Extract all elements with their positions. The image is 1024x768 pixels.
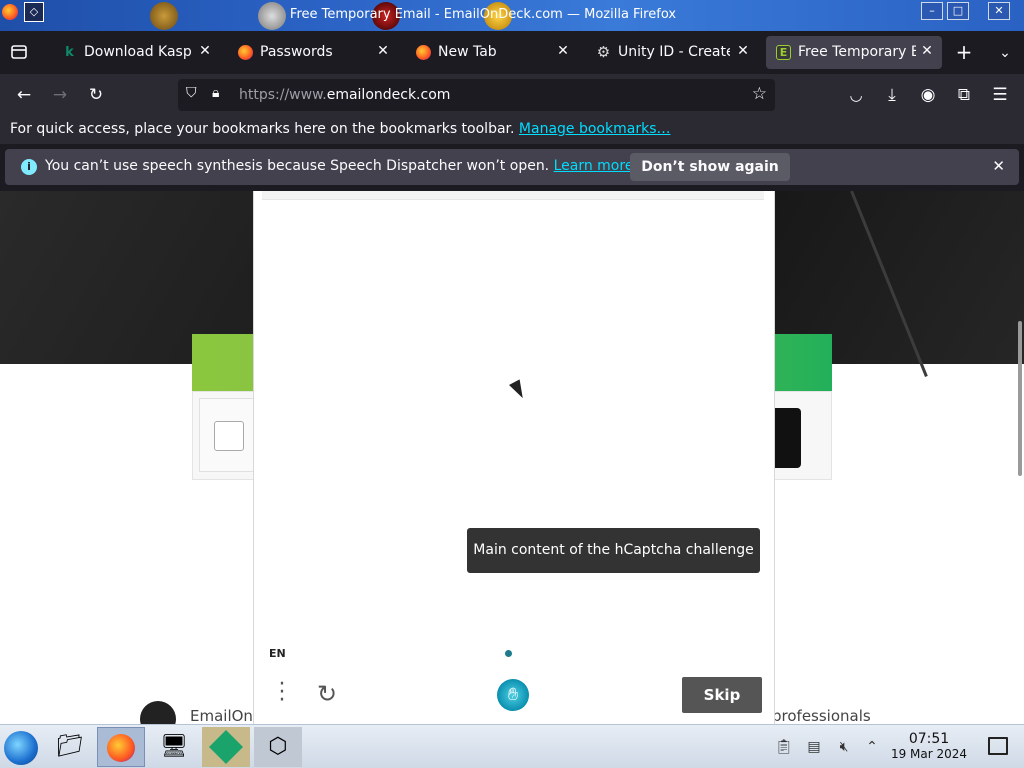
manage-bookmarks-link[interactable]: Manage bookmarks… xyxy=(519,121,671,137)
chevron-down-icon[interactable]: ⌄ xyxy=(994,41,1016,65)
tasks-icon[interactable]: ▤ xyxy=(804,737,824,757)
back-icon[interactable]: ← xyxy=(12,83,36,107)
clock-date: 19 Mar 2024 xyxy=(890,747,968,761)
unity-icon: ⚙ xyxy=(596,43,611,61)
taskbar: 📁︎ 🖥︎ ⬡ 📋︎ ▤ 🔇︎ ⌃ 07:51 19 Mar 2024 xyxy=(0,724,1024,768)
file-manager-icon[interactable]: 📁︎ xyxy=(46,727,94,767)
skip-button[interactable]: Skip xyxy=(682,677,762,713)
minimize-button[interactable]: – xyxy=(921,2,943,20)
tab-passwords[interactable]: Passwords ✕ xyxy=(228,36,398,69)
close-tab-icon[interactable]: ✕ xyxy=(918,42,936,60)
volume-muted-icon[interactable]: 🔇︎ xyxy=(834,737,854,757)
progress-dot xyxy=(505,650,512,657)
close-tab-icon[interactable]: ✕ xyxy=(734,42,752,60)
site-logo xyxy=(140,701,176,724)
close-tab-icon[interactable]: ✕ xyxy=(374,42,392,60)
hero-decoration xyxy=(850,191,928,377)
kaspersky-icon: k xyxy=(65,45,74,60)
tab-label: Free Temporary Em xyxy=(798,44,916,60)
captcha-checkbox[interactable] xyxy=(214,421,244,451)
dont-show-again-button[interactable]: Don’t show again xyxy=(630,153,790,181)
chevron-up-icon[interactable]: ⌃ xyxy=(862,737,882,757)
menu-icon[interactable]: ☰ xyxy=(988,83,1012,107)
tab-label: Passwords xyxy=(260,44,333,60)
tab-strip: k Download Kaspers ✕ Passwords ✕ New Tab… xyxy=(0,31,1024,74)
download-icon[interactable]: ⤓ xyxy=(880,83,904,107)
notification-text: You can’t use speech synthesis because S… xyxy=(45,158,550,174)
show-desktop-icon[interactable] xyxy=(988,737,1008,755)
hcaptcha-challenge: Main content of the hCaptcha challenge E… xyxy=(253,191,775,724)
footer-text-left: EmailOnl xyxy=(190,707,258,724)
tab-label: Download Kaspers xyxy=(84,44,192,60)
extensions-icon[interactable]: ⧉ xyxy=(952,83,976,107)
bookmarks-hint-text: For quick access, place your bookmarks h… xyxy=(10,121,515,137)
unity-taskbar-icon[interactable]: ⬡ xyxy=(254,727,302,767)
close-tab-icon[interactable]: ✕ xyxy=(554,42,572,60)
url-bar[interactable]: ⛉ 🔒︎ https://www.emailondeck.com ☆ xyxy=(178,79,775,111)
close-tab-icon[interactable]: ✕ xyxy=(196,42,214,60)
new-tab-button[interactable]: + xyxy=(952,41,976,65)
firefox-taskbar-icon[interactable] xyxy=(97,727,145,767)
lock-icon[interactable]: 🔒︎ xyxy=(212,85,219,101)
notification-bar: i You can’t use speech synthesis because… xyxy=(5,149,1019,185)
hcaptcha-logo-icon: ✋︎ xyxy=(497,679,529,711)
system-clock[interactable]: 07:51 19 Mar 2024 xyxy=(890,731,968,761)
pocket-icon[interactable]: ◡ xyxy=(844,83,868,107)
clock-time: 07:51 xyxy=(908,731,950,747)
firefox-icon xyxy=(416,45,431,60)
tab-new-tab[interactable]: New Tab ✕ xyxy=(406,36,578,69)
reload-icon[interactable]: ↻ xyxy=(84,83,108,107)
language-selector[interactable]: EN xyxy=(269,647,286,660)
tab-label: Unity ID - Create a xyxy=(618,44,730,60)
account-icon[interactable]: ◉ xyxy=(916,83,940,107)
cube-app-icon[interactable] xyxy=(202,727,250,767)
firefox-icon xyxy=(238,45,253,60)
notification-message: You can’t use speech synthesis because S… xyxy=(45,158,633,174)
maximize-button[interactable]: □ xyxy=(947,2,969,20)
bookmarks-hint: For quick access, place your bookmarks h… xyxy=(10,121,670,137)
refresh-challenge-icon[interactable]: ↻ xyxy=(314,681,340,707)
bookmark-star-icon[interactable]: ☆ xyxy=(752,84,767,104)
forward-icon[interactable]: → xyxy=(48,83,72,107)
tab-list-icon[interactable] xyxy=(10,43,30,63)
tab-download-kaspersky[interactable]: k Download Kaspers ✕ xyxy=(52,36,220,69)
control-panel-icon[interactable]: 🖥︎ xyxy=(150,727,198,767)
window-titlebar: ◇ Free Temporary Email - EmailOnDeck.com… xyxy=(0,0,1024,31)
close-notification-icon[interactable]: ✕ xyxy=(992,157,1005,175)
navigation-toolbar: ← → ↻ ⛉ 🔒︎ https://www.emailondeck.com ☆… xyxy=(0,74,1024,116)
shield-icon[interactable]: ⛉ xyxy=(186,85,197,101)
close-window-button[interactable]: ✕ xyxy=(988,2,1010,20)
page-scrollbar[interactable] xyxy=(1018,321,1022,476)
challenge-header xyxy=(262,191,764,200)
bookmarks-toolbar: For quick access, place your bookmarks h… xyxy=(0,116,1024,144)
info-icon: i xyxy=(21,159,37,175)
tab-free-temporary-email[interactable]: E Free Temporary Em ✕ xyxy=(766,36,942,69)
tab-label: New Tab xyxy=(438,44,497,60)
challenge-tooltip: Main content of the hCaptcha challenge xyxy=(467,528,760,573)
footer-text-right: professionals xyxy=(772,707,871,724)
clipboard-icon[interactable]: 📋︎ xyxy=(774,737,794,757)
url-text[interactable]: https://www.emailondeck.com xyxy=(239,87,450,103)
start-button[interactable] xyxy=(4,731,38,765)
screen: ◇ Free Temporary Email - EmailOnDeck.com… xyxy=(0,0,1024,768)
learn-more-link[interactable]: Learn more xyxy=(554,158,634,174)
tab-unity-id[interactable]: ⚙ Unity ID - Create a ✕ xyxy=(586,36,758,69)
window-title: Free Temporary Email - EmailOnDeck.com —… xyxy=(289,7,677,22)
more-options-icon[interactable]: · · · xyxy=(274,674,290,712)
emailondeck-icon: E xyxy=(776,45,791,60)
